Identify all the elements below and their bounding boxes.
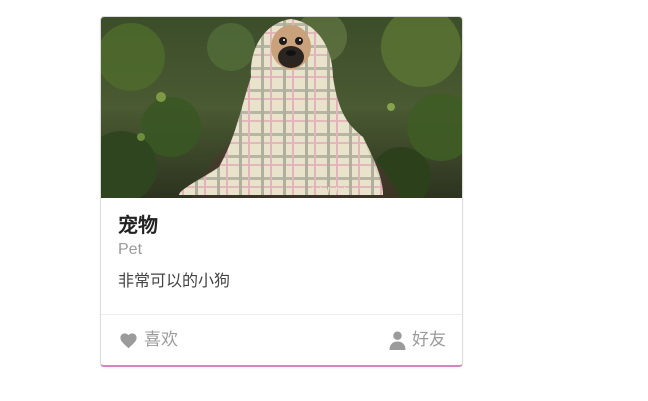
card-title: 宠物 xyxy=(118,213,158,237)
card-footer: 喜欢 好友 xyxy=(101,314,462,365)
friends-button[interactable]: 好友 xyxy=(389,329,446,351)
pet-card: 宠物 Pet 非常可以的小狗 喜欢 好友 xyxy=(100,16,463,367)
like-label: 喜欢 xyxy=(144,330,178,350)
card-subtitle: Pet xyxy=(118,241,143,258)
user-icon xyxy=(389,331,412,350)
like-button[interactable]: 喜欢 xyxy=(119,329,178,351)
friends-label: 好友 xyxy=(412,330,446,350)
card-image xyxy=(101,17,462,198)
card-description: 非常可以的小狗 xyxy=(118,271,231,290)
heart-icon xyxy=(119,332,144,349)
card-content: 宠物 Pet 非常可以的小狗 xyxy=(101,198,462,314)
